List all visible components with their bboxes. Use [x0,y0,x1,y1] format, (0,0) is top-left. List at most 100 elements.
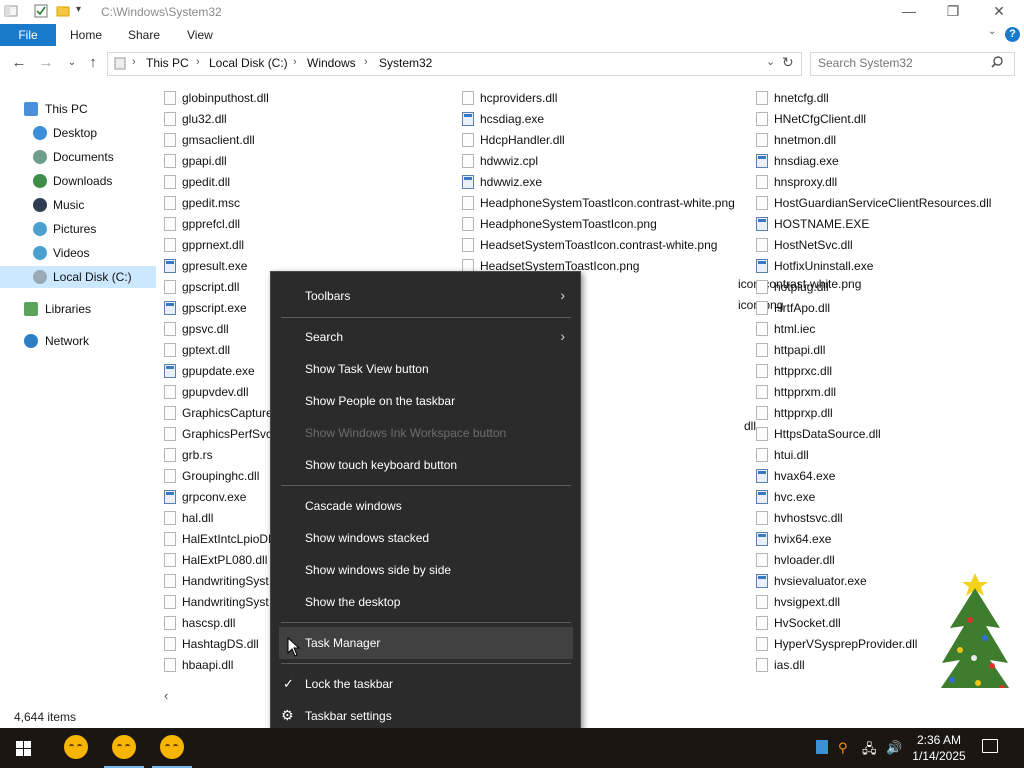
file-icon [756,553,768,567]
menu-item-show-touch-keyboard[interactable]: Show touch keyboard button [279,449,573,481]
nav-item-downloads[interactable]: Downloads [0,170,156,192]
menu-item-label: Show Windows Ink Workspace button [305,426,507,440]
nav-item-network[interactable]: Network [0,330,156,352]
tray-search-icon[interactable]: ⚲ [838,740,848,756]
nav-item-documents[interactable]: Documents [0,146,156,168]
file-name: gpupvdev.dll [182,385,249,399]
file-name: HvSocket.dll [774,616,841,630]
nav-item-libraries[interactable]: Libraries [0,298,156,320]
file-name: gpresult.exe [182,259,248,273]
file-icon [756,196,768,210]
menu-item-show-windows-side-by-side[interactable]: Show windows side by side [279,554,573,586]
chevron-right-icon: › [560,328,565,344]
breadcrumb-this-pc[interactable]: This PC [146,56,189,70]
executable-file-icon [756,259,768,273]
new-folder-icon[interactable] [56,4,70,18]
file-icon [756,112,768,126]
tray-app-icon[interactable] [816,740,828,754]
file-name: hcproviders.dll [480,91,558,105]
maximize-button[interactable]: ❐ [930,0,976,24]
file-icon [164,595,176,609]
file-name-partial[interactable]: dll [744,419,756,433]
menu-item-show-desktop[interactable]: Show the desktop [279,586,573,618]
status-item-count: 4,644 items [14,710,77,724]
up-button[interactable]: ↑ [84,54,102,72]
menu-item-label: Cascade windows [305,499,402,513]
menu-item-show-task-view[interactable]: Show Task View button [279,353,573,385]
executable-file-icon [462,175,474,189]
file-name: httpapi.dll [774,343,826,357]
search-input[interactable] [818,56,988,70]
breadcrumb-separator-icon: › [364,56,368,68]
menu-item-show-windows-stacked[interactable]: Show windows stacked [279,522,573,554]
back-button[interactable]: ← [10,54,28,72]
desktop-icon [33,126,47,140]
recent-locations-icon[interactable]: ⌄ [63,54,81,72]
file-icon [164,112,176,126]
menu-item-label: Show Task View button [305,362,429,376]
minimize-button[interactable]: — [886,0,932,24]
clock[interactable]: 2:36 AM 1/14/2025 [908,732,970,764]
explorer-app-icon[interactable] [4,4,18,18]
file-icon [756,406,768,420]
address-bar[interactable]: › This PC › Local Disk (C:) › Windows › … [107,52,802,76]
search-box[interactable] [810,52,1015,76]
file-icon [164,469,176,483]
search-icon[interactable] [991,56,1003,71]
nav-item-this-pc[interactable]: This PC [0,98,156,120]
nav-item-music[interactable]: Music [0,194,156,216]
help-icon[interactable]: ? [1005,27,1020,42]
file-name: HandwritingSyst [182,595,269,609]
file-icon [462,91,474,105]
volume-icon[interactable]: 🔊 [886,740,902,756]
breadcrumb-local-disk[interactable]: Local Disk (C:) [209,56,288,70]
scroll-left-icon[interactable]: ‹ [164,688,168,703]
file-icon [756,133,768,147]
quick-access-dropdown-icon[interactable]: ▾ [76,4,90,18]
menu-item-cascade-windows[interactable]: Cascade windows [279,490,573,522]
checkmark-icon: ✓ [283,676,294,691]
executable-file-icon [164,301,176,315]
tab-share[interactable]: Share [128,28,160,42]
menu-item-task-manager[interactable]: Task Manager [279,627,573,659]
nav-item-label: This PC [45,102,88,116]
file-name: hvsievaluator.exe [774,574,867,588]
breadcrumb-system32[interactable]: System32 [379,56,432,70]
tab-file[interactable]: File [0,24,56,46]
executable-file-icon [756,490,768,504]
nav-item-pictures[interactable]: Pictures [0,218,156,240]
taskbar-context-menu: Toolbars › Search › Show Task View butto… [270,271,581,739]
menu-item-label: Toolbars [305,289,351,303]
taskbar-app-2[interactable] [100,728,148,768]
executable-file-icon [164,364,176,378]
file-name: HostGuardianServiceClientResources.dll [774,196,992,210]
close-button[interactable]: ✕ [976,0,1022,24]
breadcrumb-windows[interactable]: Windows [307,56,356,70]
nav-item-videos[interactable]: Videos [0,242,156,264]
tab-view[interactable]: View [187,28,213,42]
file-icon [756,175,768,189]
address-history-dropdown-icon[interactable]: ⌄ [766,55,775,68]
documents-icon [33,150,47,164]
network-icon[interactable]: 🖧 [862,740,877,762]
refresh-icon[interactable]: ↻ [782,54,794,71]
menu-item-toolbars[interactable]: Toolbars › [279,280,573,312]
nav-item-desktop[interactable]: Desktop [0,122,156,144]
menu-item-search[interactable]: Search › [279,321,573,353]
expand-ribbon-icon[interactable]: ⌄ [988,26,996,37]
taskbar-app-1[interactable] [52,728,100,768]
nav-item-local-disk[interactable]: Local Disk (C:) [0,266,156,288]
executable-file-icon [164,490,176,504]
menu-item-show-people[interactable]: Show People on the taskbar [279,385,573,417]
taskbar-app-3[interactable] [148,728,196,768]
forward-button[interactable]: → [37,54,55,72]
menu-item-lock-taskbar[interactable]: ✓ Lock the taskbar [279,668,573,700]
tab-home[interactable]: Home [70,28,102,42]
executable-file-icon [756,154,768,168]
notification-center-icon[interactable] [982,739,998,753]
properties-icon[interactable] [34,4,48,18]
file-icon [164,154,176,168]
file-name: hvsigpext.dll [774,595,841,609]
menu-item-show-ink-workspace: Show Windows Ink Workspace button [279,417,573,449]
start-button[interactable] [0,728,48,768]
